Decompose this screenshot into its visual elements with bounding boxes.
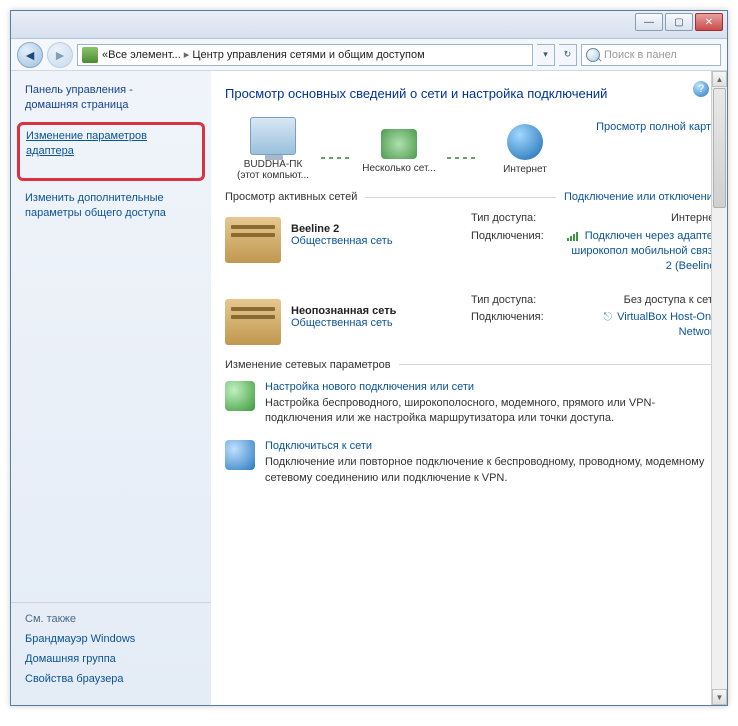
network-name: Beeline 2 (291, 223, 461, 235)
sidebar-link-sharing[interactable]: Изменить дополнительные параметры общего… (25, 191, 197, 222)
map-this-pc[interactable]: BUDDHA-ПК (этот компьют... (225, 117, 321, 181)
bench-icon (225, 299, 281, 345)
dropdown-button[interactable]: ▾ (537, 44, 555, 66)
active-networks-header: Просмотр активных сетей (225, 191, 357, 203)
sidebar-link-firewall[interactable]: Брандмауэр Windows (25, 633, 197, 645)
task-title: Подключиться к сети (265, 440, 719, 452)
see-also-header: См. также (25, 613, 197, 625)
bench-icon (225, 217, 281, 263)
maximize-button[interactable] (665, 13, 693, 31)
new-connection-icon (225, 381, 255, 411)
change-settings-header: Изменение сетевых параметров (225, 359, 391, 371)
task-connect-network[interactable]: Подключиться к сети Подключение или повт… (225, 440, 719, 486)
pc-icon (250, 117, 296, 155)
refresh-button[interactable]: ↻ (559, 44, 577, 66)
view-full-map-link[interactable]: Просмотр полной карты (573, 117, 719, 133)
crumb-all[interactable]: Все элемент... (108, 49, 181, 61)
network-map: BUDDHA-ПК (этот компьют... Несколько сет… (225, 117, 573, 181)
search-input[interactable]: Поиск в панел (581, 44, 721, 66)
close-button[interactable] (695, 13, 723, 31)
task-title: Настройка нового подключения или сети (265, 381, 719, 393)
connection-link-beeline[interactable]: Подключен через адаптер широкопол мобиль… (563, 229, 719, 274)
sidebar-home-link[interactable]: Панель управления - домашняя страница (25, 83, 197, 114)
window-frame: ◄ ► « Все элемент... ▸ Центр управления … (10, 10, 728, 706)
adapter-icon: ⎋ (603, 311, 612, 323)
scroll-thumb[interactable] (713, 88, 726, 208)
signal-icon (567, 231, 579, 241)
page-title: Просмотр основных сведений о сети и наст… (225, 85, 719, 103)
main-content: ? Просмотр основных сведений о сети и на… (211, 71, 727, 705)
connect-disconnect-link[interactable]: Подключение или отключение (564, 191, 719, 203)
network-type-link[interactable]: Общественная сеть (291, 235, 461, 247)
sidebar-link-homegroup[interactable]: Домашняя группа (25, 653, 197, 665)
minimize-button[interactable] (635, 13, 663, 31)
sidebar-link-browser[interactable]: Свойства браузера (25, 673, 197, 685)
vertical-scrollbar[interactable]: ▲ ▼ (711, 71, 727, 705)
task-new-connection[interactable]: Настройка нового подключения или сети На… (225, 381, 719, 427)
address-bar: ◄ ► « Все элемент... ▸ Центр управления … (11, 39, 727, 71)
titlebar[interactable] (11, 11, 727, 39)
network-name: Неопознанная сеть (291, 305, 461, 317)
task-desc: Подключение или повторное подключение к … (265, 455, 719, 486)
back-button[interactable]: ◄ (17, 42, 43, 68)
scroll-up-button[interactable]: ▲ (712, 71, 727, 87)
search-placeholder: Поиск в панел (604, 49, 677, 61)
search-icon (586, 48, 600, 62)
sidebar: Панель управления - домашняя страница Из… (11, 71, 211, 705)
forward-button[interactable]: ► (47, 42, 73, 68)
map-internet[interactable]: Интернет (477, 124, 573, 175)
network-icon (381, 129, 417, 159)
highlight-annotation: Изменение параметров адаптера (17, 122, 205, 181)
breadcrumb[interactable]: « Все элемент... ▸ Центр управления сетя… (77, 44, 533, 66)
connect-icon (225, 440, 255, 470)
help-icon[interactable]: ? (693, 81, 709, 97)
scroll-down-button[interactable]: ▼ (712, 689, 727, 705)
network-type-link[interactable]: Общественная сеть (291, 317, 461, 329)
network-item-beeline: Beeline 2 Общественная сеть Тип доступа:… (225, 207, 719, 280)
crumb-current[interactable]: Центр управления сетями и общим доступом (192, 49, 424, 61)
map-multi-networks[interactable]: Несколько сет... (351, 125, 447, 174)
task-desc: Настройка беспроводного, широкополосного… (265, 396, 719, 427)
globe-icon (507, 124, 543, 160)
sidebar-link-adapter[interactable]: Изменение параметров адаптера (26, 129, 196, 160)
connection-link-virtualbox[interactable]: ⎋ VirtualBox Host-Only Network (563, 310, 719, 340)
network-item-unknown: Неопознанная сеть Общественная сеть Тип … (225, 289, 719, 349)
control-panel-icon (82, 47, 98, 63)
